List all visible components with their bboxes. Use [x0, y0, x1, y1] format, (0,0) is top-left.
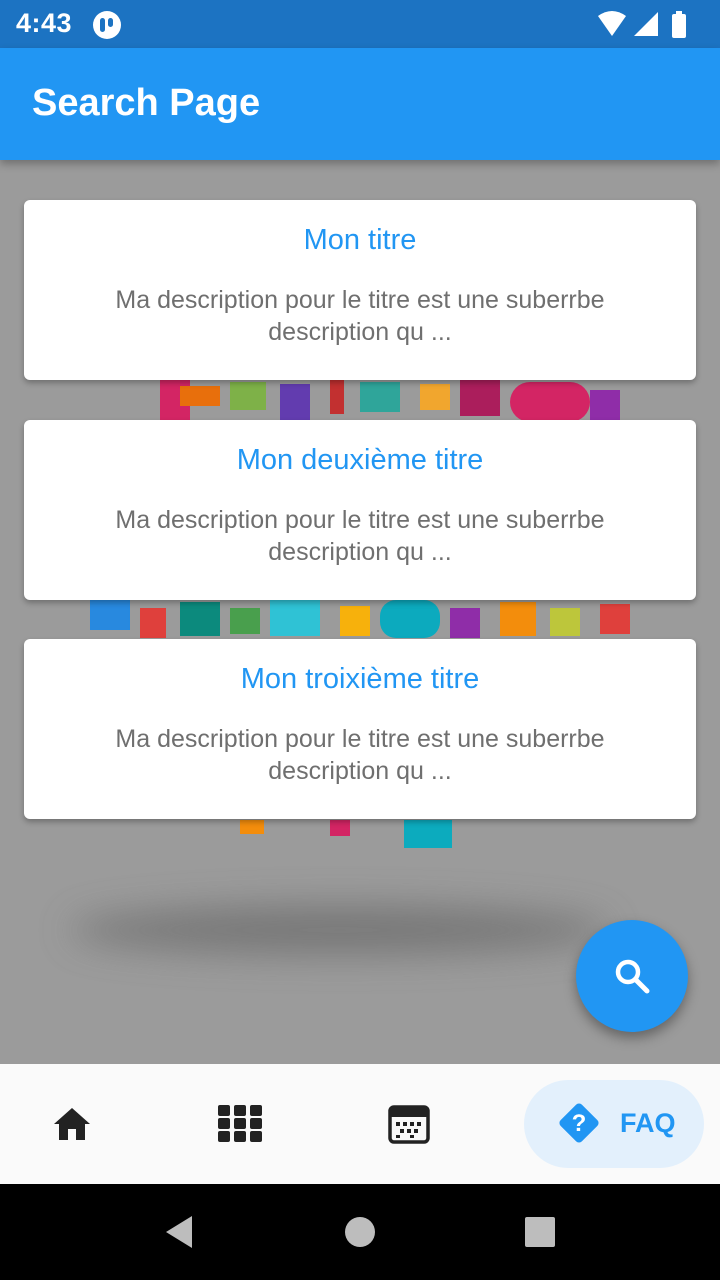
nav-item-home[interactable] [42, 1064, 102, 1184]
help-diamond-icon: ? [556, 1100, 602, 1146]
system-back-button[interactable] [140, 1184, 220, 1280]
home-circle-icon [345, 1217, 375, 1247]
nav-item-grid[interactable] [210, 1064, 270, 1184]
calendar-icon [388, 1104, 430, 1144]
result-card[interactable]: Mon deuxième titre Ma description pour l… [24, 420, 696, 600]
home-icon [52, 1106, 92, 1142]
card-title: Mon deuxième titre [236, 444, 484, 476]
result-card[interactable]: Mon titre Ma description pour le titre e… [24, 200, 696, 380]
svg-text:?: ? [572, 1110, 587, 1137]
card-title: Mon troixième titre [240, 663, 480, 695]
status-time: 4:43 [16, 8, 73, 38]
bottom-navigation: ? FAQ [0, 1064, 720, 1184]
system-home-button[interactable] [320, 1184, 400, 1280]
search-fab-button[interactable] [576, 920, 688, 1032]
battery-icon [672, 11, 686, 38]
card-title: Mon titre [303, 224, 417, 256]
grid-icon [218, 1105, 262, 1143]
card-description: Ma description pour le titre est une sub… [115, 725, 605, 785]
page-title: Search Page [32, 82, 261, 124]
nav-item-label: FAQ [620, 1108, 676, 1138]
system-navigation-bar [0, 1184, 720, 1280]
recents-square-icon [525, 1217, 555, 1247]
system-recents-button[interactable] [500, 1184, 580, 1280]
back-triangle-icon [166, 1216, 192, 1248]
card-description: Ma description pour le titre est une sub… [115, 506, 605, 566]
status-bar: 4:43 [0, 0, 720, 48]
app-bar: Search Page [0, 48, 720, 160]
result-card[interactable]: Mon troixième titre Ma description pour … [24, 639, 696, 819]
wifi-icon [598, 11, 626, 36]
cellular-signal-icon [634, 12, 658, 36]
status-indicators [596, 10, 706, 40]
app-notification-icon [92, 10, 122, 40]
search-icon [615, 959, 650, 994]
nav-item-calendar[interactable] [380, 1064, 440, 1184]
nav-item-faq[interactable]: ? FAQ [524, 1080, 704, 1168]
card-description: Ma description pour le titre est une sub… [115, 286, 605, 346]
